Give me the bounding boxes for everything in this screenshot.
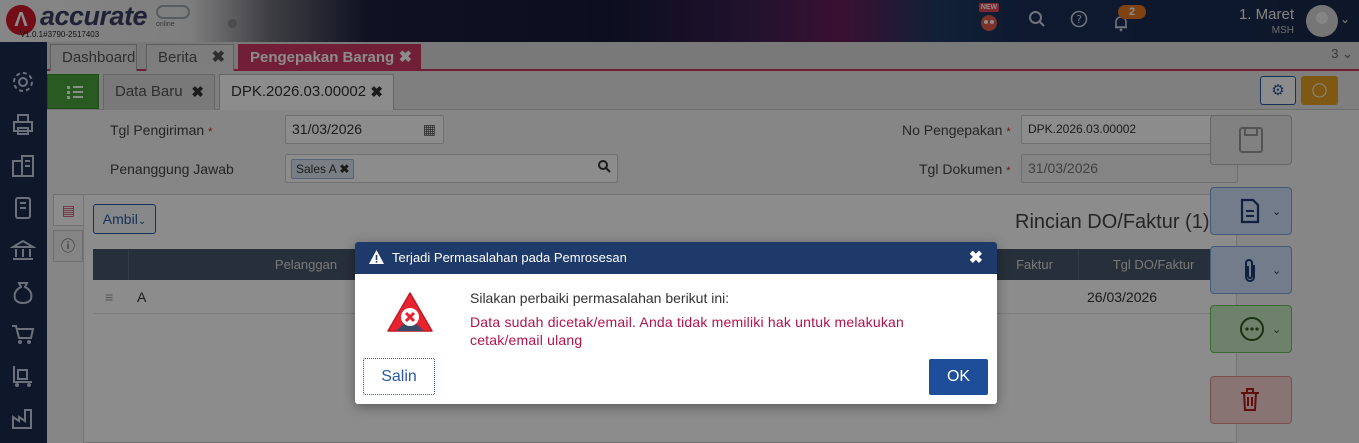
error-icon [387, 292, 433, 332]
dialog-heading: Silakan perbaiki permasalahan berikut in… [470, 290, 730, 306]
dialog-title: Terjadi Permasalahan pada Pemrosesan [392, 250, 627, 265]
close-icon[interactable]: ✖ [969, 242, 983, 274]
dialog-message: Data sudah dicetak/email. Anda tidak mem… [470, 314, 904, 348]
dialog-header: Terjadi Permasalahan pada Pemrosesan ✖ [355, 242, 997, 274]
copy-button[interactable]: Salin [363, 358, 435, 395]
ok-button[interactable]: OK [929, 359, 988, 395]
error-dialog: Terjadi Permasalahan pada Pemrosesan ✖ S… [355, 242, 997, 404]
warning-icon [369, 250, 384, 264]
